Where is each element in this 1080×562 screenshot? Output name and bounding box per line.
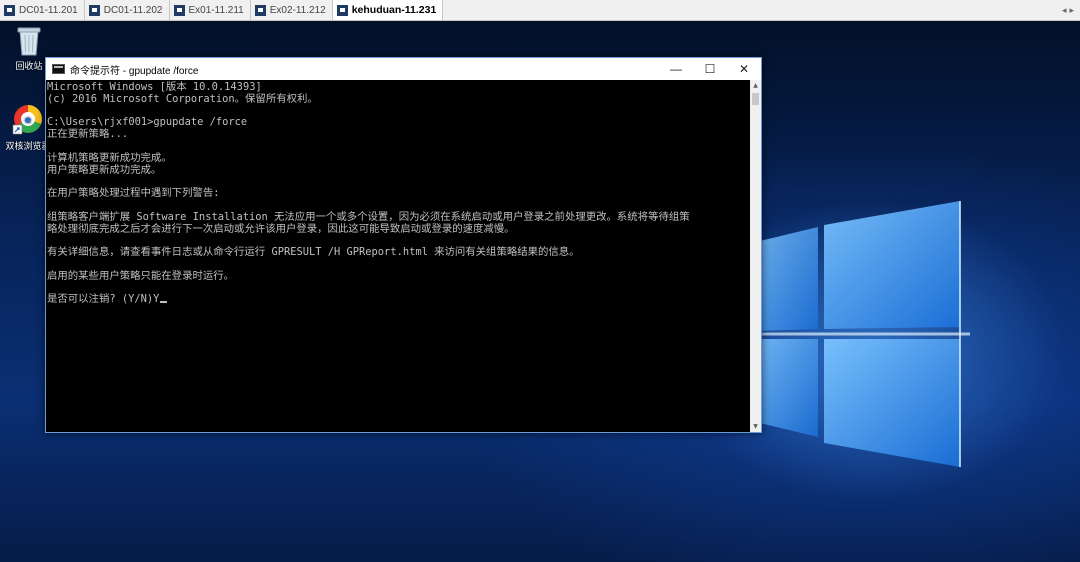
console-line-text: 用户策略更新成功完成。 bbox=[47, 163, 162, 176]
console-line-text: (c) 2016 Microsoft Corporation。保留所有权利。 bbox=[47, 92, 318, 105]
maximize-button[interactable]: ☐ bbox=[693, 58, 727, 80]
text-cursor bbox=[160, 301, 168, 304]
console-line: 正在更新策略... bbox=[47, 128, 751, 141]
console-line-text: 计算机策略更新成功完成。 bbox=[47, 151, 172, 164]
console-line: 用户策略更新成功完成。 bbox=[47, 163, 751, 177]
console-scrollbar[interactable]: ▲ ▼ bbox=[750, 80, 761, 432]
console-line: (c) 2016 Microsoft Corporation。保留所有权利。 bbox=[47, 92, 751, 106]
console-line-text: C:\Users\rjxf001>gpupdate /force bbox=[47, 116, 248, 129]
vm-console-icon bbox=[88, 4, 100, 16]
close-button[interactable]: ✕ bbox=[727, 58, 761, 80]
minimize-button[interactable]: — bbox=[659, 58, 693, 80]
console-line-text: 略处理彻底完成之后才会进行下一次启动或允许该用户登录，因此这可能导致启动或登录的… bbox=[47, 222, 515, 235]
window-titlebar[interactable]: 命令提示符 - gpupdate /force — ☐ ✕ bbox=[46, 58, 761, 80]
console-line: 在用户策略处理过程中遇到下列警告: bbox=[47, 187, 751, 200]
console-line: 启用的某些用户策略只能在登录时运行。 bbox=[47, 269, 751, 283]
tab-scroll-controls: ◂ ▸ bbox=[1062, 0, 1080, 20]
svg-text:e: e bbox=[25, 115, 32, 126]
tab-label: DC01-11.202 bbox=[103, 4, 163, 16]
scroll-right-icon[interactable]: ▸ bbox=[1069, 5, 1074, 16]
vm-console-icon bbox=[254, 4, 266, 16]
screen: DC01-11.201 DC01-11.202 Ex01-11.211 Ex02… bbox=[0, 0, 1080, 562]
scroll-down-icon[interactable]: ▼ bbox=[750, 421, 761, 432]
cmd-icon bbox=[52, 64, 65, 74]
browser-icon: e bbox=[12, 105, 42, 135]
tab-label: DC01-11.201 bbox=[19, 4, 78, 16]
console-line-text: 有关详细信息，请查看事件日志或从命令行运行 GPRESULT /H GPRepo… bbox=[47, 246, 580, 259]
desktop: 回收站 e 双核浏览器 命令提示符 - gpupdate /force — ☐ bbox=[0, 21, 1080, 562]
tab-dc01-201[interactable]: DC01-11.201 bbox=[0, 0, 85, 20]
vm-tab-bar: DC01-11.201 DC01-11.202 Ex01-11.211 Ex02… bbox=[0, 0, 1080, 21]
console-line: 有关详细信息，请查看事件日志或从命令行运行 GPRESULT /H GPRepo… bbox=[47, 246, 751, 259]
console-line-text: 在用户策略处理过程中遇到下列警告: bbox=[47, 187, 220, 200]
scrollbar-thumb[interactable] bbox=[752, 93, 759, 105]
console-line-text: 组策略客户端扩展 Software Installation 无法应用一个或多个… bbox=[47, 210, 690, 223]
window-title: 命令提示符 - gpupdate /force bbox=[70, 65, 199, 77]
console-line: C:\Users\rjxf001>gpupdate /force bbox=[47, 116, 751, 129]
vm-console-icon bbox=[173, 4, 185, 16]
tab-dc01-202[interactable]: DC01-11.202 bbox=[85, 0, 170, 20]
console-line: 略处理彻底完成之后才会进行下一次启动或允许该用户登录，因此这可能导致启动或登录的… bbox=[47, 222, 751, 236]
console-line: 是否可以注销? (Y/N)Y bbox=[47, 293, 751, 306]
console-line-text: Microsoft Windows [版本 10.0.14393] bbox=[47, 81, 262, 93]
console-line-text: 正在更新策略... bbox=[47, 128, 129, 141]
tab-label: kehuduan-11.231 bbox=[351, 4, 437, 16]
tab-ex01-211[interactable]: Ex01-11.211 bbox=[170, 0, 251, 20]
scroll-left-icon[interactable]: ◂ bbox=[1062, 5, 1067, 16]
recycle-bin-icon bbox=[17, 27, 41, 56]
tab-label: Ex02-11.212 bbox=[269, 4, 326, 16]
tab-label: Ex01-11.211 bbox=[188, 4, 244, 16]
vm-console-icon bbox=[336, 4, 348, 16]
console-output[interactable]: Microsoft Windows [版本 10.0.14393] (c) 201… bbox=[46, 80, 751, 432]
console-line-text: 是否可以注销? (Y/N)Y bbox=[47, 293, 160, 306]
vm-console-icon bbox=[4, 4, 15, 16]
tab-kehuduan-231[interactable]: kehuduan-11.231 bbox=[332, 0, 444, 20]
console-line-text: 启用的某些用户策略只能在登录时运行。 bbox=[47, 269, 235, 282]
tab-ex02-212[interactable]: Ex02-11.212 bbox=[251, 0, 333, 20]
windows-logo-wallpaper bbox=[760, 201, 970, 467]
command-prompt-window[interactable]: 命令提示符 - gpupdate /force — ☐ ✕ Microsoft … bbox=[45, 57, 762, 433]
scroll-up-icon[interactable]: ▲ bbox=[750, 80, 761, 91]
